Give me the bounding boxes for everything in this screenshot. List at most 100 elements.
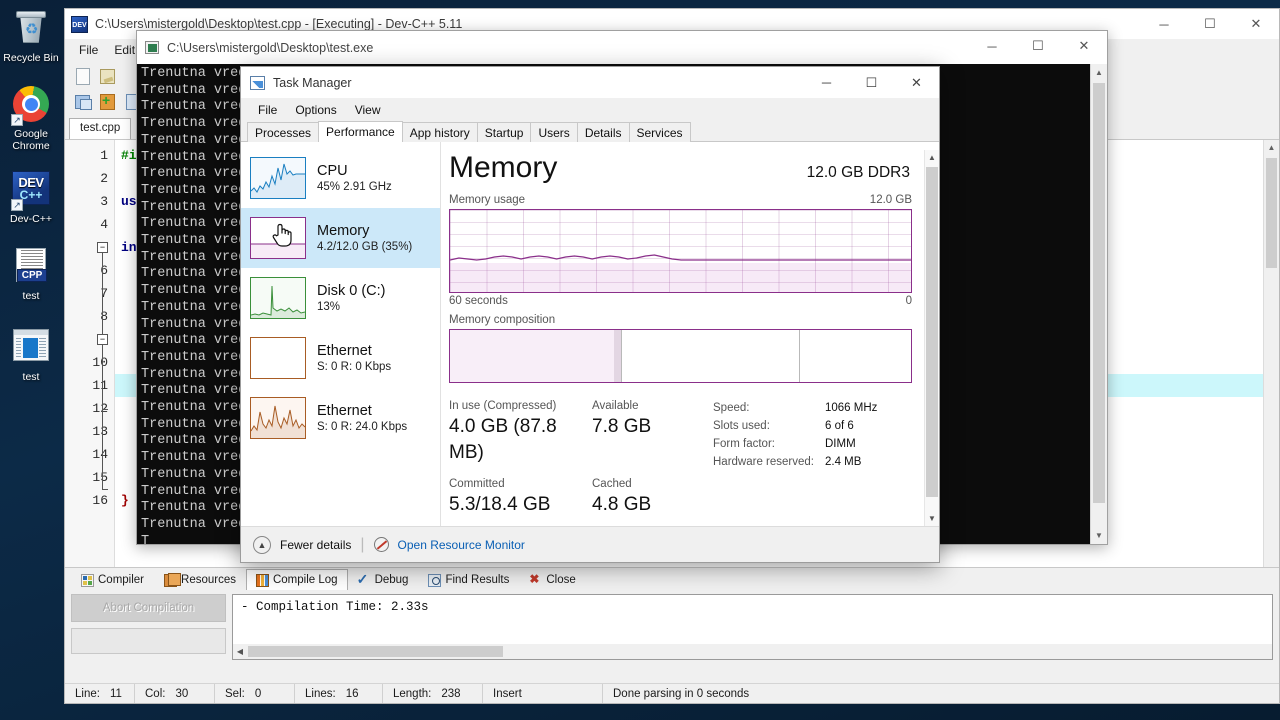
menu-item-options[interactable]: Options bbox=[286, 101, 345, 119]
scroll-up-arrow-icon[interactable]: ▲ bbox=[925, 150, 939, 165]
stat-key: Committed bbox=[449, 478, 505, 490]
status-col: Col: 30 bbox=[135, 684, 215, 703]
add-file-button[interactable] bbox=[96, 91, 119, 114]
tab-details[interactable]: Details bbox=[576, 122, 630, 142]
fold-bracket-line bbox=[102, 345, 103, 490]
tab-users[interactable]: Users bbox=[530, 122, 578, 142]
resource-item-cpu[interactable]: CPU 45% 2.91 GHz bbox=[241, 148, 440, 208]
composition-segment-in-use bbox=[450, 330, 614, 382]
scrollbar-thumb[interactable] bbox=[1266, 158, 1277, 268]
log-tab-find-results[interactable]: Find Results bbox=[418, 569, 519, 590]
editor-tab-test-cpp[interactable]: test.cpp bbox=[69, 118, 132, 139]
task-manager-tabstrip: Processes Performance App history Startu… bbox=[241, 121, 939, 142]
resource-item-disk[interactable]: Disk 0 (C:) 13% bbox=[241, 268, 440, 328]
desktop-icon-google-chrome[interactable]: ↗ Google Chrome bbox=[0, 78, 62, 152]
desktop-icon-recycle-bin[interactable]: ♻ Recycle Bin bbox=[0, 2, 62, 64]
log-tab-compiler[interactable]: Compiler bbox=[71, 569, 154, 590]
resource-monitor-icon bbox=[373, 537, 389, 552]
compile-controls: Abort Compilation bbox=[71, 594, 226, 660]
compiler-icon bbox=[81, 573, 94, 587]
scrollbar-thumb[interactable] bbox=[248, 646, 503, 657]
memory-composition-chart[interactable] bbox=[449, 329, 912, 383]
open-folder-icon bbox=[100, 68, 115, 84]
log-tab-label: Find Results bbox=[445, 574, 510, 586]
axis-left-label: 60 seconds bbox=[449, 295, 508, 307]
fold-toggle-line5[interactable]: − bbox=[97, 242, 108, 253]
console-close-button[interactable]: ✕ bbox=[1061, 31, 1107, 61]
log-tab-label: Compiler bbox=[98, 574, 145, 586]
desktop-icon-dev-cpp[interactable]: DEV C++ ↗ Dev-C++ bbox=[0, 162, 62, 225]
scrollbar-thumb[interactable] bbox=[926, 167, 938, 497]
new-file-button[interactable] bbox=[71, 65, 94, 88]
stat-value: 4.8 GB bbox=[592, 494, 652, 515]
resource-item-ethernet-1[interactable]: Ethernet S: 0 R: 0 Kbps bbox=[241, 328, 440, 388]
status-parse-value: Done parsing in 0 seconds bbox=[613, 687, 750, 700]
devcpp-app-icon: DEV bbox=[71, 15, 88, 33]
fewer-details-button[interactable]: Fewer details bbox=[280, 538, 351, 552]
desktop-icon-label: Recycle Bin bbox=[3, 52, 59, 64]
log-tab-resources[interactable]: Resources bbox=[154, 569, 246, 590]
desktop-icon-test-exe[interactable]: test bbox=[0, 320, 62, 383]
tab-services[interactable]: Services bbox=[628, 122, 691, 142]
memory-stat-grid: In use (Compressed) 4.0 GB (87.8 MB) Ava… bbox=[449, 399, 699, 529]
resource-list: CPU 45% 2.91 GHz Memory 4.2/12.0 GB (35%… bbox=[241, 142, 441, 526]
log-tab-label: Close bbox=[546, 574, 576, 586]
scroll-left-arrow-icon[interactable]: ◀ bbox=[233, 647, 247, 656]
devcpp-close-button[interactable]: ✕ bbox=[1233, 9, 1279, 39]
chart-line bbox=[450, 254, 911, 261]
open-resource-monitor-link[interactable]: Open Resource Monitor bbox=[398, 538, 525, 552]
abort-compilation-button[interactable]: Abort Compilation bbox=[71, 594, 226, 622]
save-all-icon bbox=[75, 95, 92, 110]
log-tab-debug[interactable]: Debug bbox=[348, 569, 419, 590]
desktop-icon-test-cpp[interactable]: CPP test bbox=[0, 241, 62, 302]
status-line-value: 11 bbox=[109, 687, 122, 700]
console-minimize-button[interactable]: ─ bbox=[969, 31, 1015, 61]
task-manager-titlebar[interactable]: Task Manager ─ ☐ ✕ bbox=[241, 67, 939, 98]
line-number: 3 bbox=[100, 194, 108, 209]
task-manager-close-button[interactable]: ✕ bbox=[894, 67, 939, 98]
scrollbar-thumb[interactable] bbox=[1093, 83, 1105, 503]
chevron-up-icon[interactable]: ▲ bbox=[253, 535, 271, 554]
console-maximize-button[interactable]: ☐ bbox=[1015, 31, 1061, 61]
stat-key: In use (Compressed) bbox=[449, 400, 557, 412]
scroll-down-arrow-icon[interactable]: ▼ bbox=[1091, 527, 1107, 544]
ethernet-graph-thumbnail bbox=[250, 337, 306, 379]
compile-log-output[interactable]: - Compilation Time: 2.33s ◀ bbox=[232, 594, 1273, 660]
open-project-button[interactable] bbox=[96, 65, 119, 88]
menu-item-view[interactable]: View bbox=[346, 101, 390, 119]
menu-item-file[interactable]: File bbox=[249, 101, 286, 119]
menu-item-file[interactable]: File bbox=[71, 41, 106, 59]
log-tab-close[interactable]: Close bbox=[519, 569, 585, 590]
tab-processes[interactable]: Processes bbox=[247, 122, 320, 142]
scroll-up-arrow-icon[interactable]: ▲ bbox=[1264, 140, 1279, 156]
fold-tick bbox=[102, 489, 108, 490]
tab-app-history[interactable]: App history bbox=[401, 122, 478, 142]
fold-toggle-line9[interactable]: − bbox=[97, 334, 108, 345]
task-manager-icon bbox=[250, 75, 265, 90]
resource-sub: S: 0 R: 24.0 Kbps bbox=[317, 420, 408, 433]
memory-usage-max: 12.0 GB bbox=[869, 194, 912, 206]
memory-usage-axis: 60 seconds 0 bbox=[449, 295, 912, 307]
save-all-button[interactable] bbox=[71, 91, 94, 114]
spec-hardware-reserved: Hardware reserved: 2.4 MB bbox=[713, 453, 912, 471]
task-manager-maximize-button[interactable]: ☐ bbox=[849, 67, 894, 98]
log-tab-compile-log[interactable]: Compile Log bbox=[245, 569, 348, 590]
resource-item-memory[interactable]: Memory 4.2/12.0 GB (35%) bbox=[241, 208, 440, 268]
console-titlebar[interactable]: C:\Users\mistergold\Desktop\test.exe ─ ☐… bbox=[137, 31, 1107, 64]
scroll-down-arrow-icon[interactable]: ▼ bbox=[925, 511, 939, 526]
resource-item-ethernet-2[interactable]: Ethernet S: 0 R: 24.0 Kbps bbox=[241, 388, 440, 448]
devcpp-maximize-button[interactable]: ☐ bbox=[1187, 9, 1233, 39]
devcpp-minimize-button[interactable]: ─ bbox=[1141, 9, 1187, 39]
tab-startup[interactable]: Startup bbox=[476, 122, 532, 142]
console-vertical-scrollbar[interactable]: ▲ ▼ bbox=[1090, 64, 1107, 544]
resource-sub: S: 0 R: 0 Kbps bbox=[317, 360, 392, 373]
scroll-up-arrow-icon[interactable]: ▲ bbox=[1091, 64, 1107, 81]
detail-vertical-scrollbar[interactable]: ▲ ▼ bbox=[924, 150, 939, 526]
status-insert-mode: Insert bbox=[483, 684, 603, 703]
compile-log-horizontal-scrollbar[interactable]: ◀ bbox=[233, 644, 1272, 659]
editor-vertical-scrollbar[interactable]: ▲ bbox=[1263, 140, 1279, 567]
memory-usage-chart bbox=[449, 209, 912, 293]
task-manager-minimize-button[interactable]: ─ bbox=[804, 67, 849, 98]
tab-performance[interactable]: Performance bbox=[318, 121, 403, 142]
stat-key: Available bbox=[592, 400, 639, 412]
